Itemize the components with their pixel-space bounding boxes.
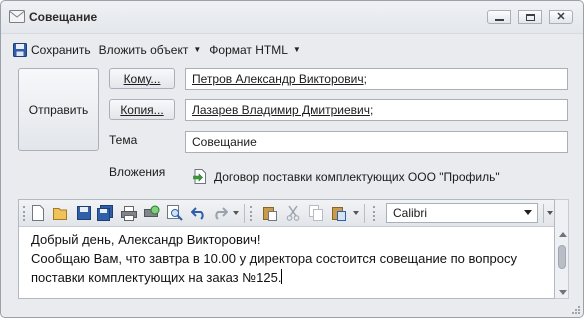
menu-toolbar: Сохранить Вложить объект ▼ Формат HTML ▼ <box>9 38 575 61</box>
scroll-up-icon[interactable] <box>559 232 567 237</box>
to-button-label: Кому... <box>123 71 161 86</box>
cut-icon[interactable] <box>285 205 301 221</box>
message-editor[interactable]: Calibri Добрый день, Александр Викторови… <box>18 199 555 299</box>
save-label: Сохранить <box>31 42 91 57</box>
toolbar-grip[interactable] <box>250 206 252 221</box>
scroll-down-icon[interactable] <box>559 290 567 295</box>
paste-icon[interactable] <box>262 205 278 221</box>
chevron-down-icon: ▼ <box>292 45 301 54</box>
body-line: поставки комплектующих на заказ №125. <box>31 268 541 287</box>
to-button[interactable]: Кому... <box>109 68 175 89</box>
copy-icon[interactable] <box>308 205 324 221</box>
body-line: Сообщаю Вам, что завтра в 10.00 у директ… <box>31 251 518 266</box>
subject-field[interactable]: Совещание <box>185 131 568 153</box>
attachment-item[interactable]: Договор поставки комплектующих ООО "Проф… <box>214 170 500 184</box>
to-separator: ; <box>363 72 367 86</box>
chevron-down-icon[interactable] <box>353 211 359 215</box>
window-title: Совещание <box>29 10 98 24</box>
attachments-label: Вложения <box>109 165 166 179</box>
save-icon[interactable] <box>76 205 92 221</box>
attach-object-label: Вложить объект <box>98 42 189 57</box>
minimize-button[interactable] <box>487 10 511 24</box>
close-button[interactable]: ✕ <box>549 10 573 24</box>
save-menu-item[interactable]: Сохранить <box>9 39 95 60</box>
toolbar-grip[interactable] <box>23 206 25 221</box>
paste-special-icon[interactable] <box>331 205 347 221</box>
cc-button[interactable]: Копия... <box>109 99 175 120</box>
attach-object-menu[interactable]: Вложить объект ▼ <box>95 39 206 60</box>
toolbar-separator <box>244 204 245 223</box>
cc-button-label: Копия... <box>120 102 164 117</box>
format-label: Формат HTML <box>209 42 288 57</box>
format-menu[interactable]: Формат HTML ▼ <box>205 39 305 60</box>
send-button[interactable]: Отправить <box>18 68 99 151</box>
message-body[interactable]: Добрый день, Александр Викторович! Сообщ… <box>31 230 541 287</box>
toolbar-separator <box>543 204 544 223</box>
maximize-button[interactable] <box>518 10 542 24</box>
subject-value: Совещание <box>192 135 257 149</box>
body-line: Добрый день, Александр Викторович! <box>31 232 261 247</box>
cc-separator: ; <box>369 103 374 117</box>
envelope-icon <box>9 10 25 23</box>
save-all-icon[interactable] <box>97 205 113 221</box>
chevron-down-icon[interactable] <box>233 211 239 215</box>
body-line-text: поставки комплектующих на заказ №125. <box>31 270 282 285</box>
font-select[interactable]: Calibri <box>386 203 538 223</box>
chevron-down-icon[interactable] <box>547 211 553 215</box>
document-attachment-icon <box>193 169 206 184</box>
resize-grip-icon[interactable] <box>571 305 581 315</box>
toolbar-grip[interactable] <box>373 206 375 221</box>
editor-toolbar: Calibri <box>19 200 554 227</box>
zoom-icon[interactable] <box>167 205 183 221</box>
redo-icon[interactable] <box>212 205 228 221</box>
subject-label: Тема <box>109 133 138 147</box>
minimize-icon <box>494 18 504 21</box>
to-field[interactable]: Петров Александр Викторович; <box>185 68 568 90</box>
chevron-down-icon <box>524 210 532 215</box>
text-cursor <box>281 269 283 284</box>
title-bar[interactable]: Совещание ✕ <box>1 1 583 34</box>
floppy-save-icon <box>13 42 27 57</box>
to-recipient[interactable]: Петров Александр Викторович <box>192 72 364 86</box>
chevron-down-icon: ▼ <box>193 45 202 54</box>
compose-window: Совещание ✕ Сохранить Вложить объект ▼ Ф… <box>0 0 584 318</box>
new-document-icon[interactable] <box>30 205 46 221</box>
close-icon: ✕ <box>556 10 566 23</box>
cc-field[interactable]: Лазарев Владимир Дмитриевич; <box>185 99 568 121</box>
cc-recipient[interactable]: Лазарев Владимир Дмитриевич <box>192 103 370 117</box>
toolbar-separator <box>364 204 365 223</box>
undo-icon[interactable] <box>191 205 207 221</box>
maximize-icon <box>525 13 535 21</box>
print-icon[interactable] <box>121 205 137 221</box>
print-preview-icon[interactable] <box>144 205 160 221</box>
send-label: Отправить <box>28 102 89 117</box>
open-folder-icon[interactable] <box>53 205 69 221</box>
font-name: Calibri <box>393 206 428 220</box>
scrollbar-thumb[interactable] <box>558 245 566 269</box>
